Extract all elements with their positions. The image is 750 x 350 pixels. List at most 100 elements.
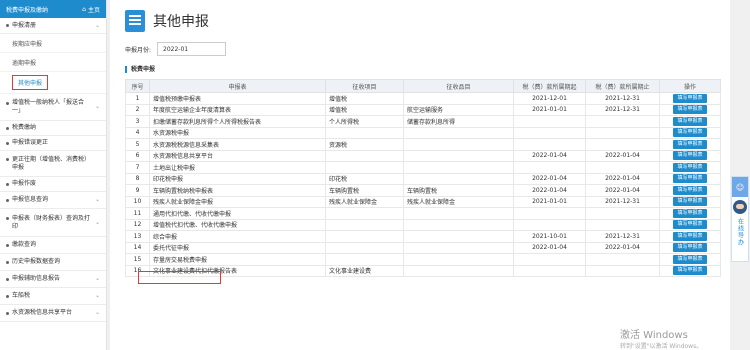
home-label: 主页	[87, 6, 100, 14]
home-link[interactable]: ⌂ 主页	[82, 5, 100, 14]
sidebar-subitem[interactable]: 按期应申报	[0, 34, 106, 53]
period-input[interactable]: 2022-01	[157, 42, 227, 56]
column-header: 税（费）款所属期起	[513, 79, 586, 93]
table-cell-end: 2022-01-04	[585, 184, 660, 197]
sidebar-item[interactable]: 水资源税信息共享平台 ⌄	[0, 305, 106, 322]
tax-form-table: 序号 申报表 征收项目 征收品目 税（费）款所属期起 税（费）款所属期止 操作 1 增值税预缴…	[125, 79, 721, 277]
table-cell-form: 文化事业建设费代扣代缴报告表	[149, 264, 326, 277]
table-row: 12 增值税代扣代缴、代收代缴申报 填写申报表	[125, 218, 721, 231]
bullet-icon	[6, 141, 9, 145]
fill-form-button[interactable]: 填写申报表	[673, 243, 707, 253]
fill-form-button[interactable]: 填写申报表	[673, 208, 707, 218]
table-cell-form: 委托代征申报	[149, 241, 326, 254]
table-cell-end	[585, 161, 660, 174]
fill-form-button[interactable]: 填写申报表	[673, 151, 707, 161]
table-cell-sub	[403, 149, 514, 162]
table-cell-start: 2022-01-04	[513, 241, 586, 254]
sidebar-item[interactable]: 申报辅助信息报告 ⌄	[0, 271, 106, 288]
table-cell-item	[325, 230, 404, 243]
sidebar-item[interactable]: 车船税 ⌄	[0, 288, 106, 305]
sidebar-item-content: 申报错误更正	[6, 139, 48, 147]
fill-form-button[interactable]: 填写申报表	[673, 174, 707, 184]
fill-form-button[interactable]: 填写申报表	[673, 231, 707, 241]
table-cell-sub	[403, 207, 514, 220]
fill-form-button[interactable]: 填写申报表	[673, 105, 707, 115]
table-cell-start: 2022-01-04	[513, 172, 586, 185]
table-cell-sub	[403, 253, 514, 266]
fill-form-button[interactable]: 填写申报表	[673, 220, 707, 230]
table-cell-item	[325, 218, 404, 231]
sidebar-item[interactable]: 历史申报数据查询	[0, 254, 106, 271]
table-cell-end: 2021-12-31	[585, 103, 660, 116]
table-cell-no: 4	[125, 126, 150, 139]
table-cell-end: 2022-01-04	[585, 149, 660, 162]
table-cell-no: 13	[125, 230, 150, 243]
table-cell-no: 15	[125, 253, 150, 266]
fill-form-button[interactable]: 填写申报表	[673, 266, 707, 276]
sidebar-item[interactable]: 申报作废	[0, 177, 106, 192]
table-cell-item	[325, 241, 404, 254]
table-cell-form: 年度航空运输企业年度清算表	[149, 103, 326, 116]
sidebar-item[interactable]: 缴款查询	[0, 237, 106, 254]
table-cell-no: 9	[125, 184, 150, 197]
sidebar-item-label: 车船税	[12, 292, 31, 299]
chevron-down-icon: ⌄	[94, 275, 100, 282]
sidebar-item-label: 水资源税信息共享平台	[12, 309, 73, 316]
sidebar-item[interactable]: 更正往期（增值税、消费税）申报	[0, 151, 106, 177]
table-cell-form: 水资源税税源信息采集表	[149, 138, 326, 151]
sidebar-header: 税费申报及缴纳 ⌂ 主页	[0, 0, 106, 18]
sidebar-subitem-label: 其他申报	[12, 75, 49, 90]
period-label: 申报月份:	[125, 46, 152, 54]
page-title: 其他申报	[153, 14, 209, 30]
table-row: 1 增值税预缴申报表 增值税 2021-12-01 2021-12-31 填写申报表	[125, 92, 721, 105]
sidebar-subitem[interactable]: 逾期申报	[0, 53, 106, 72]
sidebar-subitem[interactable]: 其他申报	[0, 72, 106, 94]
sidebar-item-label: 申报辅助信息报告	[12, 275, 61, 282]
fill-form-button[interactable]: 填写申报表	[673, 139, 707, 149]
table-row: 14 委托代征申报 2022-01-04 2022-01-04 填写申报表	[125, 241, 721, 254]
column-header: 申报表	[149, 79, 326, 93]
main-content: 其他申报 申报月份: 2022-01 税费申报 序号 申报表 征收项目 征收品目 税（费…	[110, 0, 730, 350]
sidebar-menu: 申报清册 ⌄ 按期应申报 逾期申报 其他申报 增值税一般纳税人「报送合一」 ⌄ 税费缴纳 申报错…	[0, 18, 106, 322]
table-cell-item: 个人所得税	[325, 115, 404, 128]
table-cell-start	[513, 126, 586, 139]
bullet-icon	[6, 311, 9, 315]
sidebar-item-content: 申报作废	[6, 180, 36, 188]
table-cell-no: 7	[125, 161, 150, 174]
table-cell-end	[585, 218, 660, 231]
sidebar-item[interactable]: 申报错误更正	[0, 136, 106, 151]
table-cell-end: 2021-12-31	[585, 92, 660, 105]
fill-form-button[interactable]: 填写申报表	[673, 197, 707, 207]
sidebar-item[interactable]: 申报信息查询 ⌄	[0, 192, 106, 209]
table-row: 8 印花税申报 印花税 2022-01-04 2022-01-04 填写申报表	[125, 172, 721, 185]
sidebar-item[interactable]: 申报清册 ⌄	[0, 18, 106, 34]
sidebar-item[interactable]: 税费缴纳	[0, 121, 106, 136]
section-title: 税费申报	[125, 66, 155, 73]
table-cell-start: 2021-01-01	[513, 103, 586, 116]
sidebar-item[interactable]: 申报表（财务报表）查询及打印 ⌄	[0, 209, 106, 237]
sidebar-subitem-label: 按期应申报	[12, 40, 43, 48]
fill-form-button[interactable]: 填写申报表	[673, 128, 707, 138]
sidebar-item-label: 申报作废	[12, 180, 37, 187]
table-cell-item: 增值税	[325, 92, 404, 105]
fill-form-button[interactable]: 填写申报表	[673, 116, 707, 126]
sidebar-item-label: 缴款查询	[12, 241, 37, 248]
table-row: 11 通用代扣代缴、代收代缴申报 填写申报表	[125, 207, 721, 220]
table-cell-no: 2	[125, 103, 150, 116]
fill-form-button[interactable]: 填写申报表	[673, 185, 707, 195]
table-row: 9 车辆购置税纳税申报表 车辆购置税 车辆购置税 2022-01-04 2022-01-0…	[125, 184, 721, 197]
sidebar-item[interactable]: 增值税一般纳税人「报送合一」 ⌄	[0, 94, 106, 121]
table-row: 3 扣缴储蓄存款利息所得个人所得税报告表 个人所得税 储蓄存款利息所得 填写申报表	[125, 115, 721, 128]
online-guide-label: 在线导办	[736, 218, 744, 246]
table-cell-item: 残疾人就业保障金	[325, 195, 404, 208]
table-cell-end: 2022-01-04	[585, 241, 660, 254]
sidebar-item-content: 增值税一般纳税人「报送合一」	[6, 99, 92, 115]
fill-form-button[interactable]: 填写申报表	[673, 93, 707, 103]
online-guide-panel[interactable]: ☺ 在线导办	[731, 176, 749, 262]
table-cell-action: 填写申报表	[659, 138, 721, 151]
sidebar-item-label: 申报信息查询	[12, 196, 49, 203]
table-cell-no: 5	[125, 138, 150, 151]
fill-form-button[interactable]: 填写申报表	[673, 254, 707, 264]
fill-form-button[interactable]: 填写申报表	[673, 162, 707, 172]
chevron-down-icon: ⌄	[94, 21, 100, 29]
